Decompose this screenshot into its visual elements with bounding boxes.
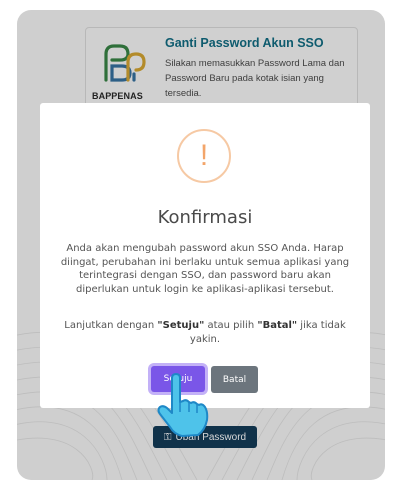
prompt-ok: "Setuju": [157, 320, 205, 331]
info-panel: BAPPENAS Ganti Password Akun SSO Silakan…: [85, 27, 358, 114]
info-title: Ganti Password Akun SSO: [165, 36, 324, 50]
exclamation-icon: !: [177, 129, 231, 183]
cancel-button[interactable]: Batal: [211, 366, 258, 393]
logo-text: BAPPENAS: [92, 91, 143, 101]
prompt-prefix: Lanjutkan dengan: [64, 320, 158, 331]
hand-pointer-icon: [157, 373, 209, 437]
bappenas-logo-icon: [104, 44, 146, 82]
confirm-dialog: ! Konfirmasi Anda akan mengubah password…: [40, 103, 370, 408]
prompt-cancel: "Batal": [257, 320, 298, 331]
dialog-title: Konfirmasi: [157, 207, 253, 228]
info-description: Silakan memasukkan Password Lama dan Pas…: [165, 58, 345, 99]
dialog-prompt: Lanjutkan dengan "Setuju" atau pilih "Ba…: [54, 319, 356, 346]
dialog-message: Anda akan mengubah password akun SSO And…: [60, 243, 350, 295]
prompt-middle: atau pilih: [204, 320, 258, 331]
